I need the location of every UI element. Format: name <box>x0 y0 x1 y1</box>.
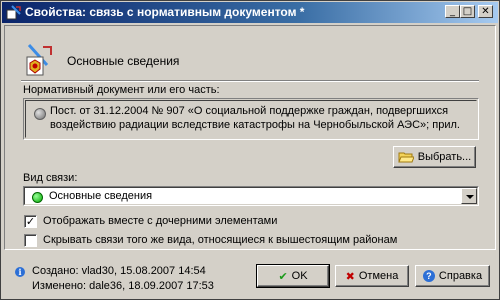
close-button[interactable]: ✕ <box>478 5 493 18</box>
header-divider <box>21 80 479 82</box>
link-type-dropdown[interactable]: Основные сведения <box>23 186 479 206</box>
help-icon: ? <box>422 270 435 282</box>
select-button[interactable]: Выбрать... <box>393 146 476 168</box>
minimize-button[interactable]: _ <box>445 5 460 18</box>
select-button-label: Выбрать... <box>417 151 472 163</box>
ok-button-label: OK <box>291 270 308 282</box>
help-button[interactable]: ? Справка <box>415 265 490 287</box>
link-document-icon <box>6 5 21 20</box>
document-text: Пост. от 31.12.2004 № 907 «О социальной … <box>50 105 460 131</box>
folder-open-icon <box>398 152 414 163</box>
link-type-status-icon <box>32 192 43 203</box>
modified-info: Изменено: dale36, 18.09.2007 17:53 <box>32 280 214 292</box>
chevron-down-icon[interactable] <box>461 188 477 204</box>
show-children-checkbox[interactable]: ✓ <box>24 215 37 228</box>
document-link-emblem-icon <box>26 43 52 76</box>
info-icon: i <box>15 267 25 277</box>
document-field[interactable]: Пост. от 31.12.2004 № 907 «О социальной … <box>23 98 479 140</box>
properties-dialog: Свойства: связь с нормативным документом… <box>0 0 500 300</box>
title-bar[interactable]: Свойства: связь с нормативным документом… <box>2 2 498 23</box>
document-status-icon <box>34 108 46 120</box>
link-type-value: Основные сведения <box>49 190 153 202</box>
cancel-x-icon: ✖ <box>345 269 355 283</box>
link-type-label: Вид связи: <box>23 172 78 184</box>
window-title: Свойства: связь с нормативным документом… <box>25 5 305 19</box>
created-info: Создано: vlad30, 15.08.2007 14:54 <box>32 265 206 277</box>
check-icon: ✔ <box>278 269 288 283</box>
show-children-label: Отображать вместе с дочерними элементами <box>43 215 278 227</box>
cancel-button-label: Отмена <box>358 270 399 282</box>
help-button-label: Справка <box>438 270 483 282</box>
ok-button[interactable]: ✔ OK <box>256 264 330 288</box>
cancel-button[interactable]: ✖ Отмена <box>335 265 409 287</box>
hide-parent-links-checkbox[interactable] <box>24 234 37 247</box>
document-label: Нормативный документ или его часть: <box>23 84 220 96</box>
maximize-button[interactable]: □ <box>460 5 475 18</box>
section-title: Основные сведения <box>67 54 180 68</box>
hide-parent-links-label: Скрывать связи того же вида, относящиеся… <box>43 234 398 246</box>
